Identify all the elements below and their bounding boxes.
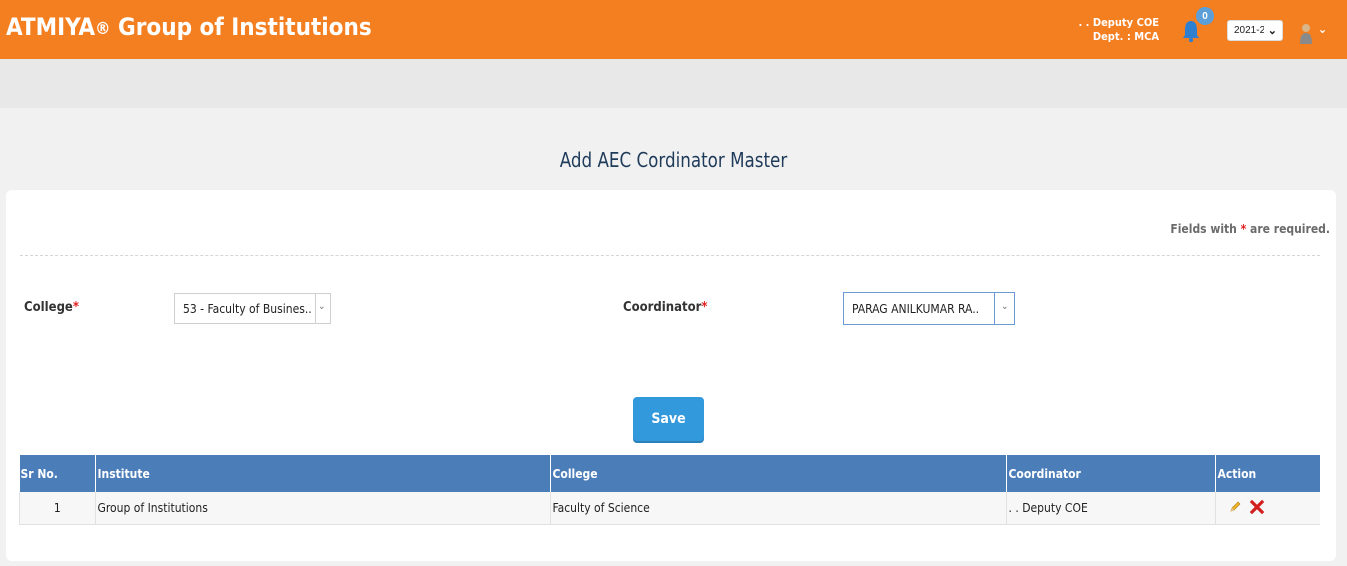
required-note-suffix: are required. (1246, 222, 1330, 236)
select-divider (315, 294, 316, 323)
header-sr-no[interactable]: Sr No. (19, 455, 95, 492)
header-coordinator[interactable]: Coordinator (1005, 455, 1215, 492)
academic-year-select[interactable]: 2021-22 ⌄ (1227, 20, 1283, 41)
user-name: . . Deputy COE (1078, 16, 1159, 29)
coordinator-table: Sr No. Institute College Coordinator Act… (19, 455, 1320, 525)
registered-mark: ® (95, 19, 111, 39)
required-note-prefix: Fields with (1170, 222, 1241, 236)
cell-actions (1214, 492, 1320, 525)
header-action: Action (1214, 455, 1320, 492)
coordinator-select[interactable]: PARAG ANILKUMAR RA.. ⌄ (843, 292, 1015, 325)
chevron-down-icon[interactable]: ⌄ (1318, 22, 1327, 36)
cell-institute: Group of Institutions (94, 492, 550, 525)
required-star: * (701, 300, 708, 315)
save-button[interactable]: Save (633, 397, 704, 441)
divider (20, 255, 1320, 256)
edit-pencil-icon[interactable] (1228, 500, 1242, 514)
page-title: Add AEC Cordinator Master (559, 148, 788, 172)
college-select-value: 53 - Faculty of Busines.. (183, 302, 312, 316)
chevron-down-icon: ⌄ (1267, 25, 1277, 37)
coordinator-label-text: Coordinator (623, 300, 702, 315)
chevron-down-icon: ⌄ (1001, 301, 1009, 312)
academic-year-value: 2021-22 (1234, 25, 1264, 36)
chevron-down-icon: ⌄ (318, 301, 326, 312)
brand-title[interactable]: ATMIYA® Group of Institutions (6, 13, 372, 41)
brand-rest: Group of Institutions (110, 13, 372, 41)
toolbar-strip (0, 59, 1347, 108)
cell-coordinator: . . Deputy COE (1005, 492, 1215, 525)
college-label: College* (24, 300, 79, 315)
table-header-row: Sr No. Institute College Coordinator Act… (19, 455, 1320, 492)
required-note: Fields with * are required. (1170, 222, 1330, 236)
table-row: 1 Group of Institutions Faculty of Scien… (19, 492, 1320, 525)
college-label-text: College (24, 300, 73, 315)
college-select[interactable]: 53 - Faculty of Busines.. ⌄ (174, 293, 331, 324)
brand-name: ATMIYA (6, 13, 96, 41)
coordinator-label: Coordinator* (623, 300, 708, 315)
required-star: * (72, 300, 79, 315)
coordinator-select-value: PARAG ANILKUMAR RA.. (852, 302, 980, 316)
delete-icon[interactable] (1249, 499, 1264, 514)
notification-badge: 0 (1196, 7, 1214, 25)
user-department: Dept. : MCA (1092, 30, 1159, 43)
header-college[interactable]: College (549, 455, 1006, 492)
select-divider (994, 293, 995, 324)
top-header: ATMIYA® Group of Institutions . . Deputy… (0, 0, 1347, 59)
user-avatar-icon[interactable] (1299, 23, 1313, 45)
header-institute[interactable]: Institute (94, 455, 550, 492)
cell-sr-no: 1 (19, 492, 95, 525)
user-info: . . Deputy COE Dept. : MCA (1078, 16, 1159, 44)
cell-college: Faculty of Science (549, 492, 1006, 525)
